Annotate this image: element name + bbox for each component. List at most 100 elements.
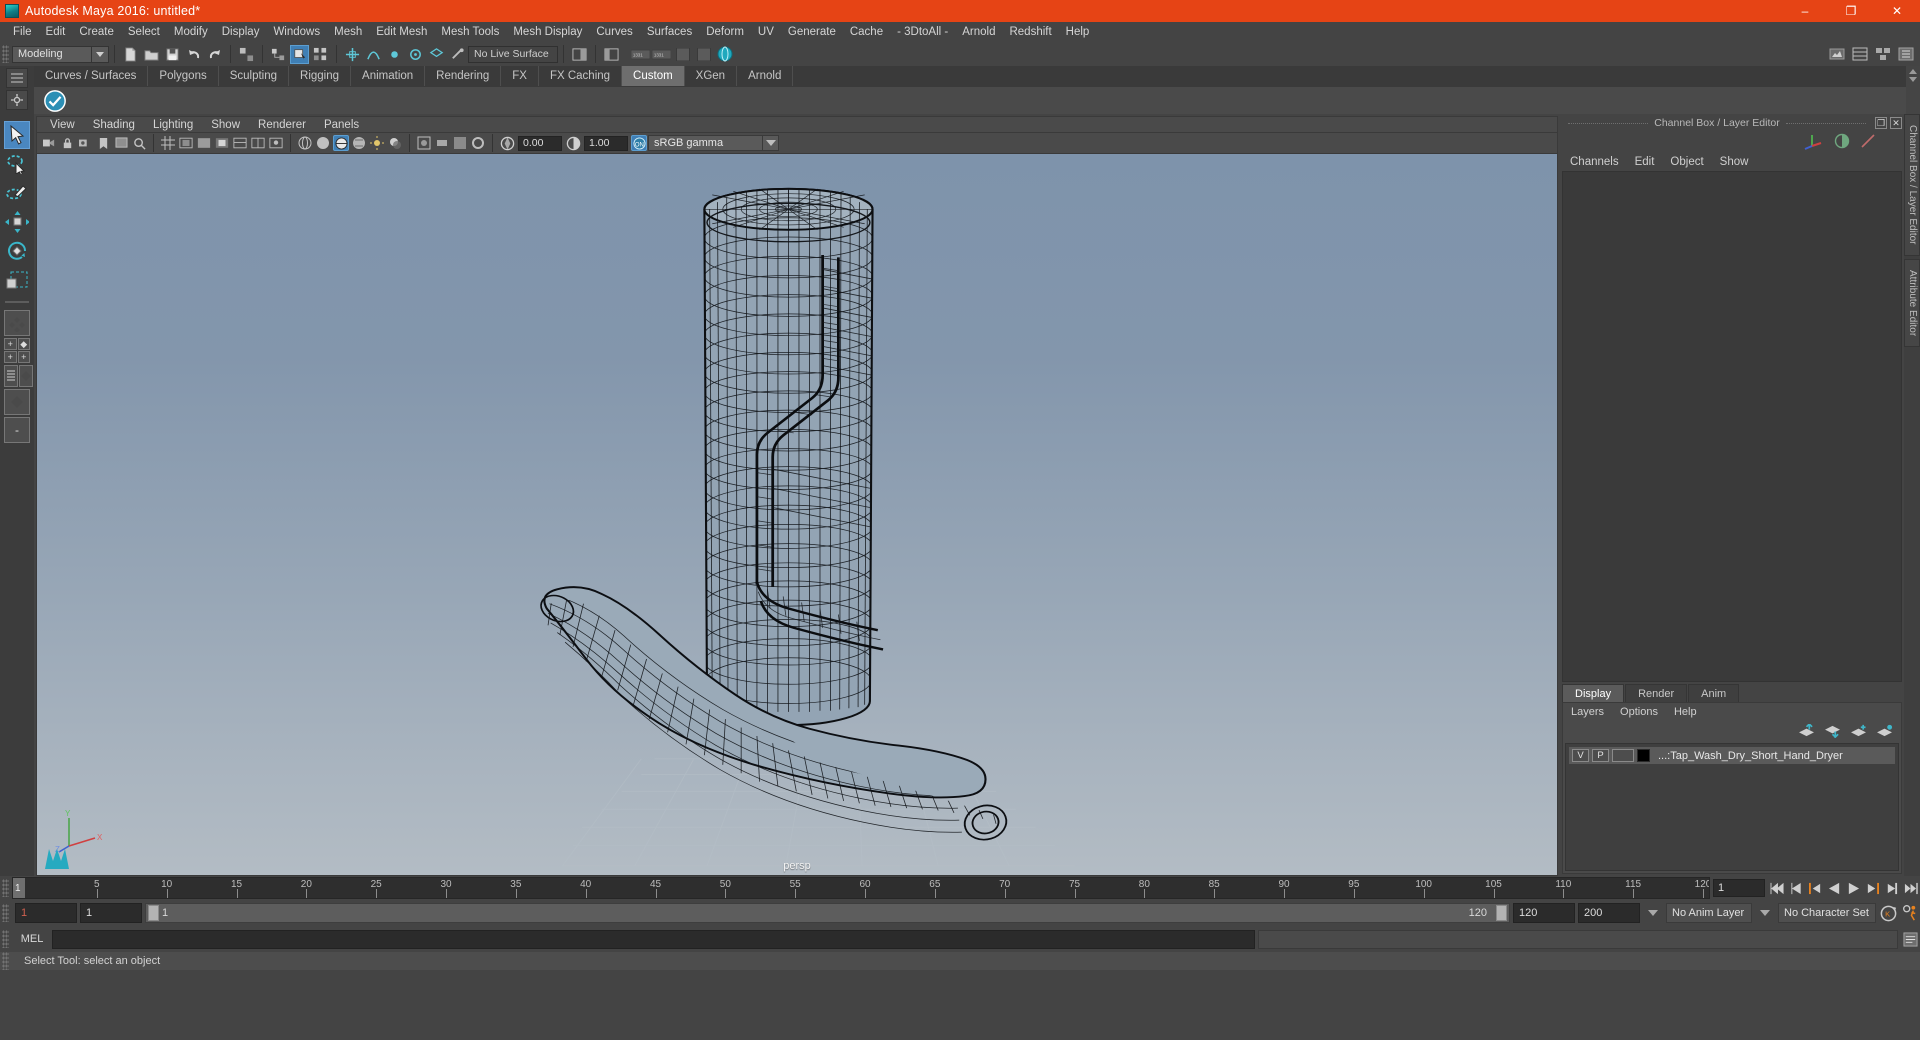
hypershade-layout-icon[interactable] <box>4 389 30 415</box>
menu-item-mesh-display[interactable]: Mesh Display <box>506 24 589 40</box>
menu-item-edit-mesh[interactable]: Edit Mesh <box>369 24 434 40</box>
outliner-layout-icon[interactable] <box>4 365 18 387</box>
maximize-button[interactable]: ❐ <box>1828 0 1874 22</box>
anim-layer-chevron-down-icon[interactable] <box>1648 910 1658 916</box>
color-management-toggle-icon[interactable]: ON <box>631 135 647 152</box>
menu-item-uv[interactable]: UV <box>751 24 781 40</box>
channel-box-shading-icon[interactable] <box>1834 133 1850 149</box>
menu-item-curves[interactable]: Curves <box>589 24 639 40</box>
numeric-input-field-1-icon[interactable]: 1331 <box>631 45 650 64</box>
smooth-shade-all-icon[interactable] <box>315 135 331 151</box>
animation-preferences-icon[interactable] <box>1901 903 1920 923</box>
toolbar-grip[interactable] <box>2 45 9 63</box>
menu-item-modify[interactable]: Modify <box>167 24 215 40</box>
live-surface-field[interactable]: No Live Surface <box>468 45 558 63</box>
anim-start-field[interactable]: 1 <box>15 903 77 923</box>
menu-item-create[interactable]: Create <box>72 24 121 40</box>
current-frame-field[interactable]: 1 <box>1713 879 1765 897</box>
shelf-scroll-up-icon[interactable] <box>1909 69 1917 74</box>
layer-menu-options[interactable]: Options <box>1612 706 1666 718</box>
shelf-tab-rigging[interactable]: Rigging <box>289 66 352 86</box>
channel-box-menu-show[interactable]: Show <box>1712 156 1757 168</box>
menu-item-mesh-tools[interactable]: Mesh Tools <box>434 24 506 40</box>
open-scene-icon[interactable] <box>142 45 161 64</box>
viewport-menu-view[interactable]: View <box>41 119 84 131</box>
menu-item-redshift[interactable]: Redshift <box>1002 24 1058 40</box>
image-plane-icon[interactable] <box>113 135 129 151</box>
current-time-indicator[interactable]: 1 <box>13 878 25 898</box>
rail-tab-attribute-editor[interactable]: Attribute Editor <box>1904 258 1920 347</box>
selection-mask-hierarchy-icon[interactable] <box>237 45 256 64</box>
layer-visibility-toggle[interactable]: V <box>1572 749 1589 762</box>
viewport-menu-shading[interactable]: Shading <box>84 119 144 131</box>
script-editor-icon[interactable] <box>1901 929 1920 949</box>
anim-end-field[interactable]: 200 <box>1578 903 1640 923</box>
gamma-value-field[interactable]: 1.00 <box>584 135 628 151</box>
move-layer-down-icon[interactable] <box>1824 724 1841 738</box>
viewport-menu-renderer[interactable]: Renderer <box>249 119 315 131</box>
playback-end-field[interactable]: 120 <box>1513 903 1575 923</box>
panel-float-button[interactable]: ❐ <box>1875 117 1887 129</box>
layer-list[interactable]: V P ...:Tap_Wash_Dry_Short_Hand_Dryer <box>1565 743 1899 871</box>
minimize-button[interactable]: – <box>1782 0 1828 22</box>
scale-tool-icon[interactable] <box>4 266 30 294</box>
four-view-layout-icon[interactable]: + ◆ + + <box>4 338 30 363</box>
film-gate-icon[interactable] <box>178 135 194 151</box>
character-set-select[interactable]: No Character Set <box>1778 903 1876 923</box>
layout-cell-3[interactable]: + <box>4 351 17 363</box>
menu-item-select[interactable]: Select <box>121 24 167 40</box>
outliner-panel-icon[interactable] <box>1896 44 1915 63</box>
numeric-input-field-4-icon[interactable] <box>694 45 713 64</box>
new-layer-icon[interactable] <box>1850 724 1867 738</box>
snap-to-view-plane-icon[interactable] <box>427 45 446 64</box>
exposure-icon[interactable] <box>499 135 515 151</box>
viewport-menu-panels[interactable]: Panels <box>315 119 368 131</box>
select-by-object-type-icon[interactable] <box>290 44 309 64</box>
layout-cell-4[interactable]: + <box>17 351 30 363</box>
shelf-tab-xgen[interactable]: XGen <box>685 66 738 86</box>
range-slider-grip[interactable] <box>2 904 9 922</box>
snap-to-curve-icon[interactable] <box>364 45 383 64</box>
select-by-component-icon[interactable] <box>311 45 330 64</box>
menu-item-help[interactable]: Help <box>1059 24 1097 40</box>
range-start-handle[interactable] <box>148 905 159 921</box>
shaded-wireframe-icon[interactable] <box>333 135 349 152</box>
outliner-toggle-icon[interactable] <box>602 45 621 64</box>
grid-toggle-icon[interactable] <box>160 135 176 151</box>
motion-blur-icon[interactable] <box>434 135 450 151</box>
character-set-chevron-down-icon[interactable] <box>1760 910 1770 916</box>
viewport-menu-show[interactable]: Show <box>202 119 249 131</box>
channel-box-slash-icon[interactable] <box>1860 133 1876 149</box>
color-profile-chevron-down-icon[interactable] <box>763 135 779 152</box>
layout-cell-2[interactable]: ◆ <box>17 338 30 350</box>
wireframe-mode-icon[interactable] <box>297 135 313 151</box>
numeric-input-field-3-icon[interactable] <box>673 45 692 64</box>
two-d-pan-zoom-icon[interactable] <box>131 135 147 151</box>
step-forward-frame-icon[interactable] <box>1863 878 1882 898</box>
command-result-field[interactable] <box>1258 929 1898 949</box>
wireframe-shaded-icon[interactable] <box>232 135 248 151</box>
shelf-tab-sculpting[interactable]: Sculpting <box>219 66 290 86</box>
close-button[interactable]: ✕ <box>1874 0 1920 22</box>
select-camera-icon[interactable] <box>41 135 57 151</box>
menu-item-cache[interactable]: Cache <box>843 24 890 40</box>
time-slider-grip[interactable] <box>2 879 9 897</box>
menu-item-arnold[interactable]: Arnold <box>955 24 1002 40</box>
shelf-tab-custom[interactable]: Custom <box>622 66 685 86</box>
shelf-custom-check-icon[interactable] <box>42 89 68 113</box>
select-by-hierarchy-icon[interactable] <box>269 45 288 64</box>
playback-range-bar[interactable]: 1 120 <box>145 903 1510 923</box>
step-back-key-icon[interactable] <box>1787 878 1806 898</box>
color-profile-select[interactable]: sRGB gamma <box>648 135 763 152</box>
status-bar-grip[interactable] <box>2 952 9 970</box>
shelf-scroll-down-icon[interactable] <box>1909 77 1917 82</box>
make-live-icon[interactable] <box>448 45 467 64</box>
viewport-menu-lighting[interactable]: Lighting <box>144 119 202 131</box>
menu-item-file[interactable]: File <box>6 24 39 40</box>
lasso-tool-icon[interactable] <box>4 150 30 178</box>
channel-box-axis-icon[interactable] <box>1804 132 1824 150</box>
menu-item-surfaces[interactable]: Surfaces <box>640 24 699 40</box>
persp-layout-icon[interactable] <box>19 365 33 387</box>
layer-menu-help[interactable]: Help <box>1666 706 1705 718</box>
anim-layer-select[interactable]: No Anim Layer <box>1666 903 1752 923</box>
